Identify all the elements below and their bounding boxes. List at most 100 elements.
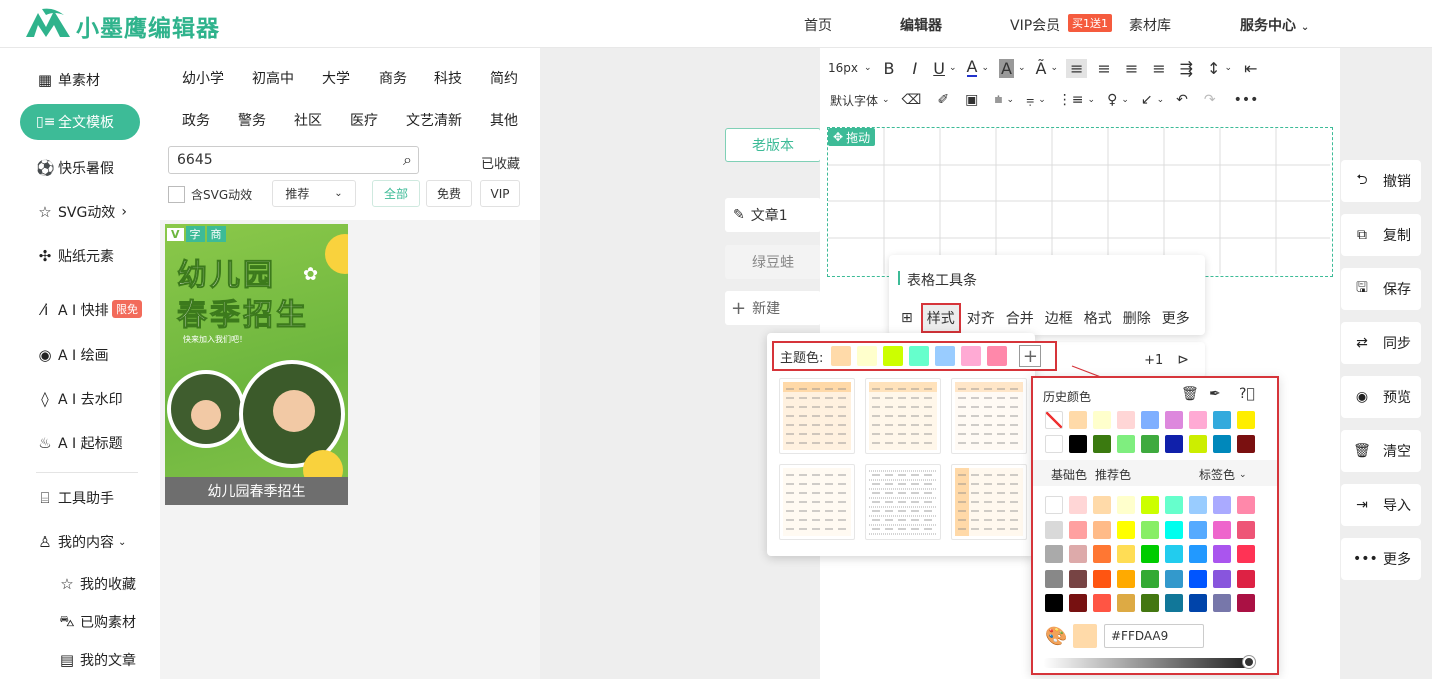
align-center-icon[interactable]: ≡ bbox=[1097, 59, 1110, 78]
theme-swatch[interactable] bbox=[961, 346, 982, 366]
cat-community[interactable]: 社区 bbox=[294, 110, 322, 130]
basic-color-swatch[interactable] bbox=[1141, 594, 1159, 612]
cat-middle[interactable]: 初高中 bbox=[252, 68, 294, 88]
sidebar-item-ai-watermark[interactable]: ◊ A I 去水印 bbox=[36, 389, 122, 409]
history-color-swatch[interactable] bbox=[1117, 435, 1135, 453]
history-color-swatch[interactable] bbox=[1165, 435, 1183, 453]
basic-color-swatch[interactable] bbox=[1189, 520, 1207, 539]
basic-color-swatch[interactable] bbox=[1189, 569, 1207, 588]
sidebar-item-ai-paint[interactable]: ◉ A I 绘画 bbox=[36, 345, 108, 365]
basic-color-swatch[interactable] bbox=[1045, 520, 1063, 539]
filter-free[interactable]: 免费 bbox=[426, 180, 472, 207]
eraser-icon[interactable]: ⌫ bbox=[902, 92, 922, 108]
basic-color-swatch[interactable] bbox=[1141, 569, 1159, 588]
sidebar-item-ai-title[interactable]: ♨ A I 起标题 bbox=[36, 433, 122, 453]
font-color-icon[interactable]: A bbox=[966, 59, 978, 77]
table-style-template[interactable] bbox=[779, 378, 855, 454]
history-color-swatch[interactable] bbox=[1237, 435, 1255, 453]
table-more-button[interactable]: 更多 bbox=[1162, 308, 1190, 328]
sidebar-item-my-content[interactable]: ♙ 我的内容 ⌄ bbox=[36, 532, 126, 552]
history-color-swatch[interactable] bbox=[1189, 411, 1207, 429]
old-version-button[interactable]: 老版本 bbox=[725, 128, 821, 162]
font-family-select[interactable]: 默认字体 bbox=[830, 92, 878, 109]
spacing-before-icon[interactable]: ⩧ bbox=[994, 92, 1002, 108]
table-format-button[interactable]: 格式 bbox=[1084, 308, 1112, 328]
arrow-tool-icon[interactable]: ↙ bbox=[1141, 92, 1153, 108]
basic-color-swatch[interactable] bbox=[1237, 569, 1255, 588]
font-size-select[interactable]: 16px bbox=[828, 61, 858, 75]
align-right-icon[interactable]: ≡ bbox=[1125, 59, 1138, 78]
table-style-template[interactable] bbox=[865, 378, 941, 454]
history-color-swatch[interactable] bbox=[1045, 411, 1063, 429]
theme-swatch[interactable] bbox=[883, 346, 904, 366]
basic-color-swatch[interactable] bbox=[1069, 520, 1087, 539]
nav-editor[interactable]: 编辑器 bbox=[900, 15, 942, 35]
highlight-icon[interactable]: A bbox=[999, 58, 1014, 78]
basic-color-swatch[interactable] bbox=[1189, 545, 1207, 563]
add-color-icon[interactable]: + bbox=[1019, 345, 1042, 367]
history-color-swatch[interactable] bbox=[1141, 435, 1159, 453]
nav-materials[interactable]: 素材库 bbox=[1129, 15, 1171, 35]
basic-color-swatch[interactable] bbox=[1069, 545, 1087, 563]
table-style-template[interactable] bbox=[951, 378, 1027, 454]
basic-color-swatch[interactable] bbox=[1237, 545, 1255, 563]
basic-color-swatch[interactable] bbox=[1165, 594, 1183, 612]
image-icon[interactable]: ▣ bbox=[965, 92, 978, 108]
underline-icon[interactable]: U bbox=[933, 59, 945, 78]
sidebar-item-ai-layout[interactable]: ⁄i A I 快排 bbox=[36, 300, 109, 320]
basic-color-swatch[interactable] bbox=[1237, 520, 1255, 539]
basic-color-swatch[interactable] bbox=[1213, 520, 1231, 539]
search-box[interactable]: 6645 ⌕ bbox=[168, 146, 419, 174]
template-card[interactable]: V 字 商 幼儿园 春季招生 快来加入我们吧！ ✿ 幼儿园春季招生 bbox=[165, 224, 348, 505]
nav-home[interactable]: 首页 bbox=[804, 15, 832, 35]
sidebar-item-tools[interactable]: ⌸ 工具助手 bbox=[36, 488, 114, 508]
filter-all[interactable]: 全部 bbox=[372, 180, 420, 207]
history-color-swatch[interactable] bbox=[1093, 435, 1111, 453]
basic-color-swatch[interactable] bbox=[1045, 594, 1063, 612]
spacing-after-icon[interactable]: ⩦ bbox=[1026, 92, 1034, 108]
history-color-swatch[interactable] bbox=[1069, 411, 1087, 429]
history-color-swatch[interactable] bbox=[1189, 435, 1207, 453]
history-color-swatch[interactable] bbox=[1069, 435, 1087, 453]
filter-vip[interactable]: VIP bbox=[480, 180, 520, 207]
history-color-swatch[interactable] bbox=[1045, 435, 1063, 453]
drag-handle[interactable]: ✥ 拖动 bbox=[828, 128, 876, 146]
cat-simple[interactable]: 简约 bbox=[490, 68, 518, 88]
action-undo[interactable]: ⮌ 撤销 bbox=[1341, 160, 1421, 202]
cat-university[interactable]: 大学 bbox=[322, 68, 350, 88]
table-style-template[interactable] bbox=[951, 464, 1027, 540]
sidebar-item-svg[interactable]: ☆ SVG动效 › bbox=[36, 202, 127, 222]
basic-color-swatch[interactable] bbox=[1093, 496, 1111, 514]
eyedropper-icon[interactable]: ✒ bbox=[1209, 386, 1221, 402]
article-item-2[interactable]: 绿豆蛙 bbox=[725, 245, 821, 279]
align-justify-icon[interactable]: ≡ bbox=[1152, 59, 1165, 78]
cat-government[interactable]: 政务 bbox=[182, 110, 210, 130]
table-align-button[interactable]: 对齐 bbox=[967, 308, 995, 328]
basic-color-swatch[interactable] bbox=[1189, 496, 1207, 514]
basic-color-swatch[interactable] bbox=[1165, 545, 1183, 563]
history-color-swatch[interactable] bbox=[1141, 411, 1159, 429]
basic-color-swatch[interactable] bbox=[1045, 496, 1063, 514]
basic-color-swatch[interactable] bbox=[1093, 520, 1111, 539]
history-color-swatch[interactable] bbox=[1093, 411, 1111, 429]
basic-color-swatch[interactable] bbox=[1117, 545, 1135, 563]
slider-handle[interactable] bbox=[1243, 656, 1255, 668]
tab-tag-colors[interactable]: 标签色 ⌄ bbox=[1199, 466, 1247, 483]
cat-police[interactable]: 警务 bbox=[238, 110, 266, 130]
basic-color-swatch[interactable] bbox=[1213, 594, 1231, 612]
letter-spacing-icon[interactable]: ⋮≡ bbox=[1058, 92, 1084, 108]
basic-color-swatch[interactable] bbox=[1117, 569, 1135, 588]
undo-icon[interactable]: ↶ bbox=[1176, 92, 1188, 108]
sidebar-item-purchased[interactable]: ⛍ 已购素材 bbox=[58, 612, 136, 632]
more-icon[interactable]: ••• bbox=[1234, 92, 1259, 108]
action-sync[interactable]: ⇄ 同步 bbox=[1341, 322, 1421, 364]
theme-swatch[interactable] bbox=[909, 346, 930, 366]
bulb-icon[interactable]: ♀ bbox=[1107, 92, 1117, 108]
history-color-swatch[interactable] bbox=[1213, 411, 1231, 429]
favorites-link[interactable]: 已收藏 bbox=[481, 153, 520, 172]
basic-color-swatch[interactable] bbox=[1117, 496, 1135, 514]
sidebar-item-templates[interactable]: ▯≡ 全文模板 bbox=[20, 104, 140, 140]
action-import[interactable]: ⇥ 导入 bbox=[1341, 484, 1421, 526]
sidebar-item-stickers[interactable]: ✣ 贴纸元素 bbox=[36, 246, 114, 266]
cat-business[interactable]: 商务 bbox=[379, 68, 407, 88]
